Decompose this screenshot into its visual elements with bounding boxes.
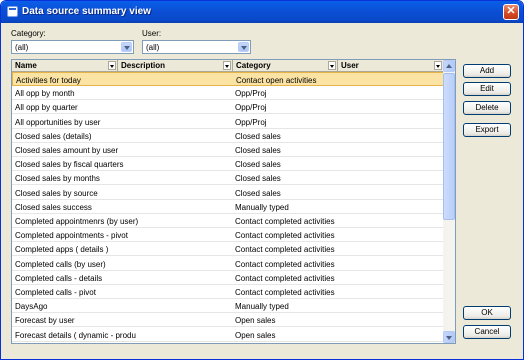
- filter-dropdown-icon[interactable]: [434, 61, 442, 70]
- grid-header: Name Description Category User: [12, 60, 444, 72]
- cell-name: Activities for today: [16, 76, 81, 85]
- cell-name: Completed calls - pivot: [15, 288, 96, 297]
- category-label: Category:: [11, 29, 46, 38]
- table-row[interactable]: DaysAgo Manually typed: [12, 299, 444, 314]
- cell-name: Closed sales by source: [15, 188, 98, 198]
- table-row[interactable]: Closed sales (details) Closed sales: [12, 129, 444, 143]
- close-button[interactable]: ✕: [503, 4, 519, 20]
- table-row[interactable]: Closed sales by months Closed sales: [12, 171, 444, 186]
- add-button[interactable]: Add: [463, 64, 511, 78]
- cell-category: Contact open activities: [236, 76, 317, 85]
- column-header-label: User: [341, 61, 359, 70]
- table-row[interactable]: Completed appointmenrs (by user) Contact …: [12, 214, 444, 228]
- user-select-value: (all): [146, 43, 160, 52]
- filter-dropdown-icon[interactable]: [223, 61, 231, 70]
- table-row[interactable]: Completed apps ( details ) Contact comple…: [12, 242, 444, 257]
- cell-name: DaysAgo: [15, 302, 48, 312]
- column-header-label: Category: [236, 61, 271, 70]
- table-row[interactable]: Completed calls - pivot Contact completed…: [12, 285, 444, 299]
- category-select-value: (all): [15, 43, 29, 52]
- cell-category: Closed sales: [235, 131, 281, 141]
- cell-category: Closed sales: [235, 160, 281, 170]
- column-header-user[interactable]: User: [338, 60, 444, 72]
- title-bar[interactable]: Data source summary view ✕: [1, 1, 523, 23]
- cell-name: All opp by quarter: [15, 103, 78, 113]
- cell-category: Closed sales: [235, 174, 281, 184]
- scroll-up-icon[interactable]: [443, 60, 455, 72]
- cell-name: Completed calls - details: [15, 273, 103, 283]
- chevron-down-icon[interactable]: [238, 42, 249, 52]
- cell-category: Opp/Proj: [235, 89, 267, 99]
- column-header-label: Name: [15, 61, 37, 70]
- cell-name: Completed appointments - pivot: [15, 231, 128, 241]
- cell-category: Manually typed: [235, 302, 289, 312]
- cell-category: Contact completed activities: [235, 259, 335, 269]
- cell-name: All opp by month: [15, 89, 75, 99]
- ok-button[interactable]: OK: [463, 306, 511, 320]
- filter-dropdown-icon[interactable]: [108, 61, 116, 70]
- cell-category: Contact completed activities: [235, 288, 335, 297]
- cancel-button[interactable]: Cancel: [463, 325, 511, 339]
- table-row[interactable]: Completed calls - details Contact complet…: [12, 271, 444, 285]
- cell-name: Closed sales success: [15, 202, 92, 212]
- table-row[interactable]: Closed sales by fiscal quarters Closed sa…: [12, 157, 444, 172]
- table-row[interactable]: Activities for today Contact open activit…: [12, 72, 444, 86]
- cell-name: All opportunities by user: [15, 117, 101, 127]
- window-icon: [7, 6, 18, 17]
- column-header-category[interactable]: Category: [233, 60, 338, 72]
- cell-category: Contact completed activities: [235, 273, 335, 283]
- user-label: User:: [142, 29, 162, 38]
- cell-name: Forecast details ( dynamic - produ: [15, 330, 136, 340]
- column-header-name[interactable]: Name: [12, 60, 118, 72]
- cell-name: Forecast by user: [15, 316, 75, 326]
- cell-name: Closed sales by fiscal quarters: [15, 160, 124, 170]
- table-row[interactable]: All opportunities by user Opp/Proj: [12, 115, 444, 129]
- delete-button[interactable]: Delete: [463, 101, 511, 115]
- scroll-down-icon[interactable]: [443, 331, 455, 343]
- column-header-description[interactable]: Description: [118, 60, 233, 72]
- table-row[interactable]: Forecast by user Open sales: [12, 313, 444, 328]
- table-row[interactable]: Forecast details ( dynamic - produ Open s…: [12, 328, 444, 342]
- table-row[interactable]: Completed calls (by user) Contact complet…: [12, 257, 444, 271]
- cell-category: Opp/Proj: [235, 117, 267, 127]
- chevron-down-icon[interactable]: [121, 42, 132, 52]
- cell-category: Open sales: [235, 330, 276, 340]
- close-icon: ✕: [506, 5, 516, 17]
- dialog-window: Data source summary view ✕ Category: (al…: [0, 0, 524, 360]
- table-row[interactable]: All opp by quarter Opp/Proj: [12, 100, 444, 115]
- cell-name: Completed apps ( details ): [15, 245, 109, 255]
- export-button[interactable]: Export: [463, 123, 511, 137]
- cell-category: Closed sales: [235, 146, 281, 155]
- table-row[interactable]: Completed appointments - pivot Contact co…: [12, 228, 444, 243]
- vertical-scrollbar[interactable]: [443, 60, 455, 343]
- table-row[interactable]: Closed sales success Manually typed: [12, 200, 444, 214]
- cell-name: Completed appointmenrs (by user): [15, 217, 139, 226]
- cell-name: Completed calls (by user): [15, 259, 106, 269]
- cell-name: Closed sales by months: [15, 174, 100, 184]
- scroll-thumb[interactable]: [443, 73, 455, 220]
- data-source-grid[interactable]: Name Description Category User Activitie…: [11, 59, 456, 344]
- table-row[interactable]: Closed sales by source Closed sales: [12, 186, 444, 200]
- window-title: Data source summary view: [22, 6, 151, 17]
- table-row[interactable]: All opp by month Opp/Proj: [12, 86, 444, 101]
- cell-category: Open sales: [235, 316, 276, 326]
- cell-name: Closed sales amount by user: [15, 146, 119, 155]
- cell-category: Contact completed activities: [235, 217, 335, 226]
- column-header-label: Description: [121, 61, 166, 70]
- cell-name: Closed sales (details): [15, 131, 92, 141]
- table-row[interactable]: Closed sales amount by user Closed sales: [12, 143, 444, 157]
- cell-category: Opp/Proj: [235, 103, 267, 113]
- category-select[interactable]: (all): [11, 40, 134, 54]
- filter-dropdown-icon[interactable]: [328, 61, 336, 70]
- cell-category: Contact completed activities: [235, 231, 335, 241]
- cell-category: Closed sales: [235, 188, 281, 198]
- edit-button[interactable]: Edit: [463, 82, 511, 96]
- user-select[interactable]: (all): [142, 40, 251, 54]
- cell-category: Manually typed: [235, 202, 289, 212]
- cell-category: Contact completed activities: [235, 245, 335, 255]
